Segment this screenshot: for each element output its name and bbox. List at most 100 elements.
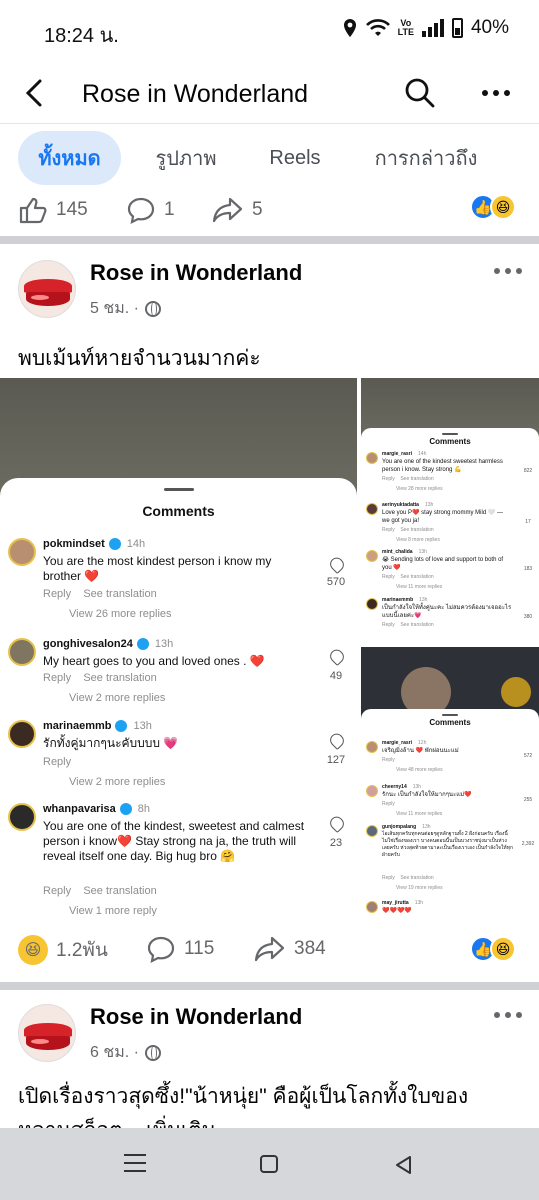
comment-actions: Reply See translation <box>43 672 157 684</box>
post-image-main[interactable]: Comments pokmindset 14h You are the most … <box>0 378 357 916</box>
home-icon[interactable] <box>260 1155 278 1173</box>
tab-reels[interactable]: Reels <box>252 131 338 185</box>
comment-actions: Reply See translation <box>43 885 157 897</box>
share-button[interactable]: 5 <box>212 196 263 224</box>
view-replies: View 2 more replies <box>69 776 166 788</box>
comment-likes: 49 <box>329 670 343 682</box>
comment-username: marinaemmb <box>43 720 112 732</box>
share-count: 384 <box>294 938 326 959</box>
view-replies: View 2 more replies <box>69 692 166 704</box>
post-meta: 6 ชม. · <box>90 1040 161 1065</box>
comment-username: gonghivesalon24 <box>43 638 133 650</box>
heart-icon <box>327 730 347 751</box>
commenter-avatar <box>8 720 36 748</box>
post-author[interactable]: Rose in Wonderland <box>90 260 302 286</box>
post-image-side-2[interactable]: Comments margie_rasri 12h เจริญมิ่งล้าน ❤… <box>361 647 539 916</box>
status-icons: Vo LTE 40% <box>342 17 509 39</box>
comment-username: pokmindset <box>43 538 105 550</box>
heart-icon <box>327 646 347 667</box>
comment-likes: 570 <box>326 576 346 588</box>
avatar[interactable] <box>18 260 76 318</box>
like-button[interactable]: 145 <box>18 196 88 224</box>
globe-icon <box>144 1044 161 1061</box>
like-icon <box>19 197 47 224</box>
system-nav-bar <box>0 1128 539 1200</box>
comment-likes: 23 <box>329 837 343 849</box>
post-divider <box>0 982 539 990</box>
comment-text: My heart goes to you and loved ones . ❤️ <box>43 654 265 668</box>
recent-apps-icon[interactable] <box>124 1154 146 1178</box>
post-meta: 5 ชม. · <box>90 296 161 321</box>
status-bar: 18:24 น. Vo LTE 40% <box>0 0 539 62</box>
post-text: เปิดเรื่องราวสุดซึ้ง!"น้าหนุ่ย" คือผู้เป… <box>18 1085 469 1108</box>
back-icon[interactable] <box>393 1154 413 1176</box>
post-text: พบเม้นท์หายจำนวนมากค่ะ <box>18 347 261 370</box>
haha-reaction-icon: 😆 <box>490 194 516 220</box>
post-more-icon[interactable] <box>494 1012 522 1018</box>
comment-likes: 127 <box>326 754 346 766</box>
post-image-side-1[interactable]: Comments margie_rasri 14h You are one of … <box>361 378 539 643</box>
comment-time: 8h <box>137 803 151 815</box>
commenter-avatar <box>8 538 36 566</box>
comment-count: 115 <box>184 938 215 959</box>
page-header: Rose in Wonderland <box>0 62 539 124</box>
comments-sheet: Comments pokmindset 14h You are the most … <box>0 478 357 916</box>
reaction-count: 1.2พัน <box>56 940 108 961</box>
previous-post-stats: 145 1 5 👍 😆 <box>0 188 539 230</box>
tab-all[interactable]: ทั้งหมด <box>18 131 121 185</box>
comments-sheet: Comments margie_rasri 14h You are one of … <box>361 428 539 643</box>
comment-icon <box>127 197 155 224</box>
view-replies: View 1 more reply <box>69 905 157 916</box>
commenter-avatar <box>8 638 36 666</box>
share-icon <box>212 197 243 223</box>
share-count: 5 <box>252 199 263 220</box>
comment-button[interactable]: 1 <box>126 196 175 224</box>
comments-title: Comments <box>142 503 215 519</box>
comment-username: whanpavarisa <box>43 803 116 815</box>
post-divider <box>0 236 539 244</box>
post-author[interactable]: Rose in Wonderland <box>90 1004 302 1030</box>
heart-icon <box>327 813 347 834</box>
search-icon[interactable] <box>404 77 436 109</box>
tab-mentions[interactable]: การกล่าวถึง <box>356 131 496 185</box>
share-button[interactable]: 384 <box>254 935 326 963</box>
comment-text: You are the most kindest person i know m… <box>43 554 272 583</box>
comments-sheet: Comments margie_rasri 12h เจริญมิ่งล้าน ❤… <box>361 709 539 916</box>
comment-time: 14h <box>126 538 146 550</box>
more-icon[interactable] <box>482 80 518 106</box>
comment-time: 13h <box>133 720 152 732</box>
haha-reaction-icon: 😆 <box>490 936 516 962</box>
comment-text: You are one of the kindest, sweetest and… <box>43 819 305 863</box>
battery-percent: 40% <box>470 17 509 38</box>
reaction-summary[interactable]: 👍 😆 <box>470 194 516 220</box>
post-time[interactable]: 6 ชม. · <box>90 1040 139 1065</box>
share-icon <box>254 936 285 962</box>
heart-icon <box>327 554 347 575</box>
reaction-button[interactable]: 😆 1.2พัน <box>18 935 108 965</box>
avatar[interactable] <box>18 1004 76 1062</box>
status-time: 18:24 น. <box>44 25 119 47</box>
tab-bar: ทั้งหมด รูปภาพ Reels การกล่าวถึง <box>0 131 539 187</box>
comment-actions: Reply <box>43 756 72 768</box>
comment-button[interactable]: 115 <box>146 935 214 963</box>
volte-indicator: Vo LTE <box>397 18 414 37</box>
comment-actions: Reply See translation <box>43 588 157 600</box>
location-icon <box>343 19 356 37</box>
back-arrow-icon[interactable] <box>22 78 50 108</box>
signal-icon <box>421 19 444 37</box>
comment-count: 1 <box>164 199 175 220</box>
comment-text: รักทั้งคู่มากๆนะคับบบบ 💗 <box>43 736 179 750</box>
post-more-icon[interactable] <box>494 268 522 274</box>
comment-icon <box>147 936 175 963</box>
like-count: 145 <box>56 199 88 220</box>
page-title: Rose in Wonderland <box>82 80 309 108</box>
reaction-summary[interactable]: 👍 😆 <box>470 936 516 962</box>
post-time[interactable]: 5 ชม. · <box>90 296 139 321</box>
haha-reaction-icon: 😆 <box>18 935 48 965</box>
battery-icon <box>451 18 463 38</box>
tab-photos[interactable]: รูปภาพ <box>140 131 232 185</box>
view-replies: View 26 more replies <box>69 608 172 620</box>
comment-time: 13h <box>154 638 174 650</box>
globe-icon <box>144 300 161 317</box>
wifi-icon <box>365 19 390 36</box>
